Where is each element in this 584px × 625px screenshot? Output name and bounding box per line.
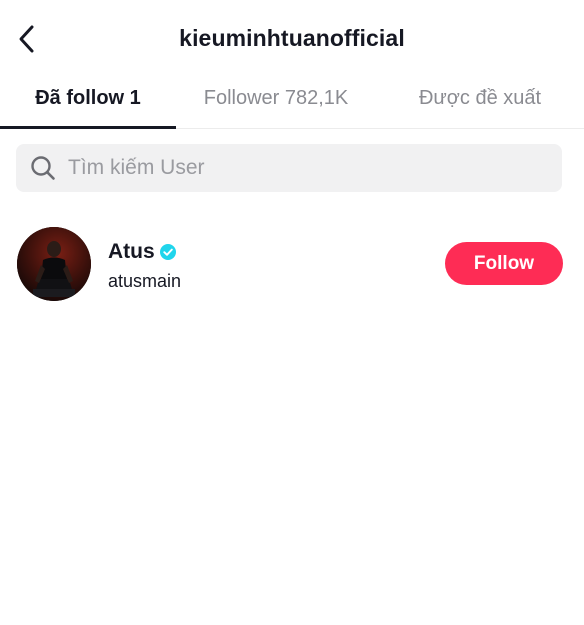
- user-username: atusmain: [108, 271, 182, 291]
- active-tab-indicator: [0, 126, 176, 129]
- tab-following[interactable]: Đã follow 1: [0, 80, 176, 128]
- tab-followers[interactable]: Follower 782,1K: [176, 80, 376, 128]
- follow-button[interactable]: Follow: [445, 242, 563, 285]
- top-bar: kieuminhtuanofficial: [0, 0, 584, 80]
- avatar[interactable]: [17, 227, 91, 301]
- search-input[interactable]: [66, 155, 540, 181]
- search-icon: [30, 155, 56, 181]
- tab-bar: Đã follow 1 Follower 782,1K Được đề xuất: [0, 80, 584, 129]
- page-title: kieuminhtuanofficial: [179, 25, 405, 51]
- tab-followers-label: Follower 782,1K: [203, 87, 349, 109]
- tab-suggested[interactable]: Được đề xuất: [376, 80, 584, 128]
- user-list-item[interactable]: Atus atusmain Follow: [0, 222, 584, 306]
- tab-following-label: Đã follow 1: [35, 87, 141, 109]
- search-bar[interactable]: [16, 144, 562, 192]
- user-display-name: Atus: [108, 240, 155, 263]
- user-name-line: Atus: [108, 240, 176, 264]
- tab-suggested-label: Được đề xuất: [418, 87, 542, 109]
- verified-badge-icon: [159, 244, 176, 260]
